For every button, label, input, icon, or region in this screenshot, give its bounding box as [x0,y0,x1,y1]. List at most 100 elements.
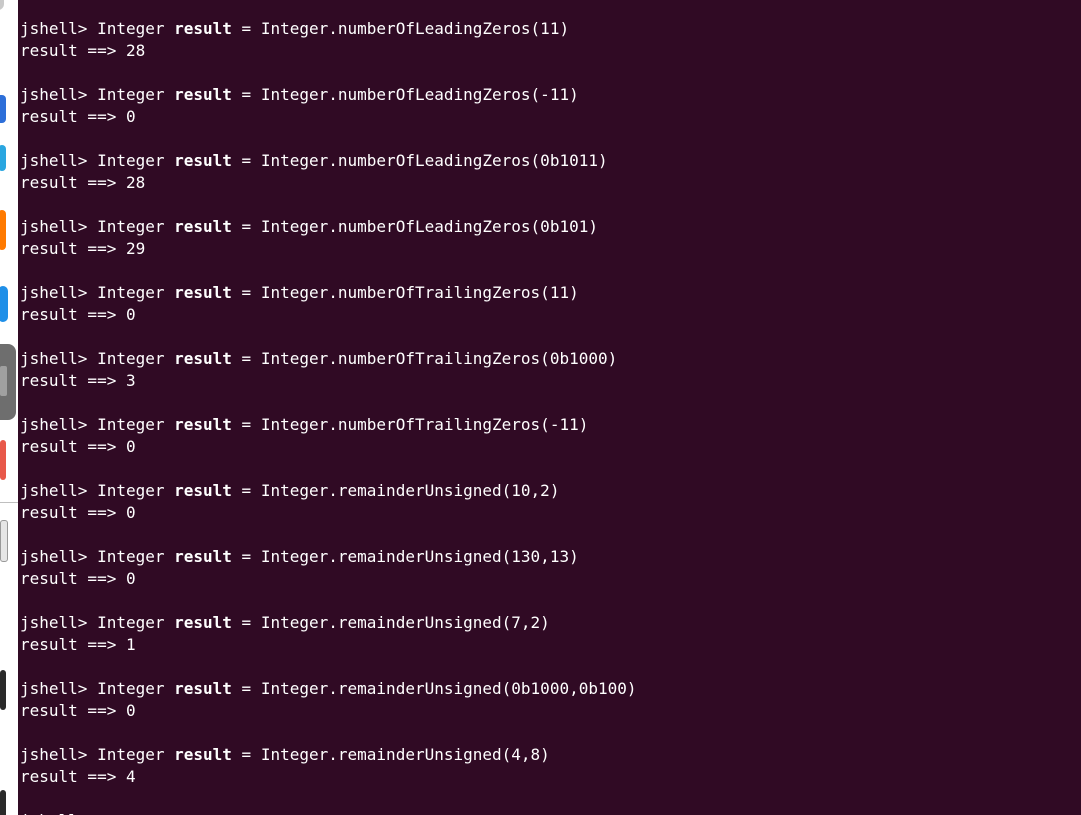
variable-name: result [174,613,232,632]
result-line: result ==> 4 [20,766,1080,788]
result-line: result ==> 0 [20,568,1080,590]
dock-app-icon[interactable] [0,670,6,710]
result-prefix: result ==> [20,767,126,786]
result-line: result ==> 3 [20,370,1080,392]
result-value: 29 [125,239,146,258]
type-keyword: Integer [97,613,175,632]
dock-app-icon[interactable] [0,440,6,480]
type-keyword: Integer [97,415,175,434]
type-keyword: Integer [97,217,175,236]
jshell-entry: jshell> Integer result = Integer.numberO… [20,150,1080,194]
prompt: jshell> [20,349,98,368]
result-prefix: result ==> [20,569,126,588]
method-call: Integer.numberOfLeadingZeros(-11) [260,85,579,104]
result-prefix: result ==> [20,503,126,522]
type-keyword: Integer [97,679,175,698]
method-call: Integer.remainderUnsigned(7,2) [260,613,550,632]
variable-name: result [174,745,232,764]
method-call: Integer.numberOfLeadingZeros(0b101) [260,217,598,236]
command-line: jshell> Integer result = Integer.numberO… [20,414,1080,436]
prompt: jshell> [20,217,98,236]
type-keyword: Integer [97,349,175,368]
command-line: jshell> Integer result = Integer.remaind… [20,678,1080,700]
variable-name: result [174,151,232,170]
type-keyword: Integer [97,283,175,302]
type-keyword: Integer [97,547,175,566]
method-call: Integer.numberOfTrailingZeros(11) [260,283,579,302]
current-prompt[interactable]: jshell> [20,810,1080,815]
result-line: result ==> 1 [20,634,1080,656]
prompt: jshell> [20,679,98,698]
assign-operator: = [231,19,261,38]
dock-app-icon[interactable] [0,95,6,123]
variable-name: result [174,19,232,38]
variable-name: result [174,415,232,434]
jshell-entry: jshell> Integer result = Integer.remaind… [20,744,1080,788]
prompt: jshell> [20,283,98,302]
assign-operator: = [231,745,261,764]
jshell-entry: jshell> Integer result = Integer.remaind… [20,546,1080,590]
result-prefix: result ==> [20,635,126,654]
variable-name: result [174,85,232,104]
result-value: 0 [125,569,136,588]
dock-app-icon[interactable] [0,145,6,171]
result-prefix: result ==> [20,107,126,126]
result-prefix: result ==> [20,239,126,258]
jshell-entry: jshell> Integer result = Integer.remaind… [20,678,1080,722]
terminal-output[interactable]: jshell> Integer result = Integer.numberO… [20,18,1080,815]
type-keyword: Integer [97,19,175,38]
dock-app-icon[interactable] [0,790,6,815]
prompt: jshell> [20,745,98,764]
dock-app-icon[interactable] [0,286,8,322]
prompt: jshell> [20,481,98,500]
dock-app-icon[interactable] [0,520,8,562]
command-line: jshell> Integer result = Integer.remaind… [20,480,1080,502]
prompt: jshell> [20,85,98,104]
command-line: jshell> Integer result = Integer.remaind… [20,612,1080,634]
command-line: jshell> Integer result = Integer.numberO… [20,282,1080,304]
jshell-entry: jshell> Integer result = Integer.remaind… [20,612,1080,656]
result-prefix: result ==> [20,371,126,390]
assign-operator: = [231,481,261,500]
prompt: jshell> [20,547,98,566]
assign-operator: = [231,547,261,566]
assign-operator: = [231,415,261,434]
result-value: 1 [125,635,136,654]
jshell-entry: jshell> Integer result = Integer.numberO… [20,18,1080,62]
terminal-icon [0,366,7,396]
command-line: jshell> Integer result = Integer.remaind… [20,744,1080,766]
variable-name: result [174,481,232,500]
result-line: result ==> 29 [20,238,1080,260]
dock [0,0,18,815]
assign-operator: = [231,613,261,632]
result-value: 0 [125,107,136,126]
result-value: 4 [125,767,136,786]
result-line: result ==> 0 [20,700,1080,722]
jshell-entry: jshell> Integer result = Integer.numberO… [20,348,1080,392]
assign-operator: = [231,151,261,170]
command-line: jshell> Integer result = Integer.numberO… [20,348,1080,370]
dock-app-icon[interactable] [0,0,4,10]
result-value: 28 [125,173,146,192]
method-call: Integer.remainderUnsigned(10,2) [260,481,560,500]
result-value: 3 [125,371,136,390]
variable-name: result [174,283,232,302]
result-line: result ==> 0 [20,106,1080,128]
method-call: Integer.numberOfTrailingZeros(-11) [260,415,589,434]
type-keyword: Integer [97,481,175,500]
prompt: jshell> [20,613,98,632]
dock-app-icon[interactable] [0,210,6,250]
method-call: Integer.remainderUnsigned(0b1000,0b100) [260,679,637,698]
dock-terminal-icon[interactable] [0,344,16,420]
result-line: result ==> 28 [20,172,1080,194]
type-keyword: Integer [97,745,175,764]
command-line: jshell> Integer result = Integer.numberO… [20,18,1080,40]
method-call: Integer.numberOfTrailingZeros(0b1000) [260,349,618,368]
result-prefix: result ==> [20,701,126,720]
assign-operator: = [231,349,261,368]
result-value: 0 [125,503,136,522]
variable-name: result [174,679,232,698]
prompt: jshell> [20,415,98,434]
command-line: jshell> Integer result = Integer.numberO… [20,216,1080,238]
method-call: Integer.numberOfLeadingZeros(0b1011) [260,151,608,170]
